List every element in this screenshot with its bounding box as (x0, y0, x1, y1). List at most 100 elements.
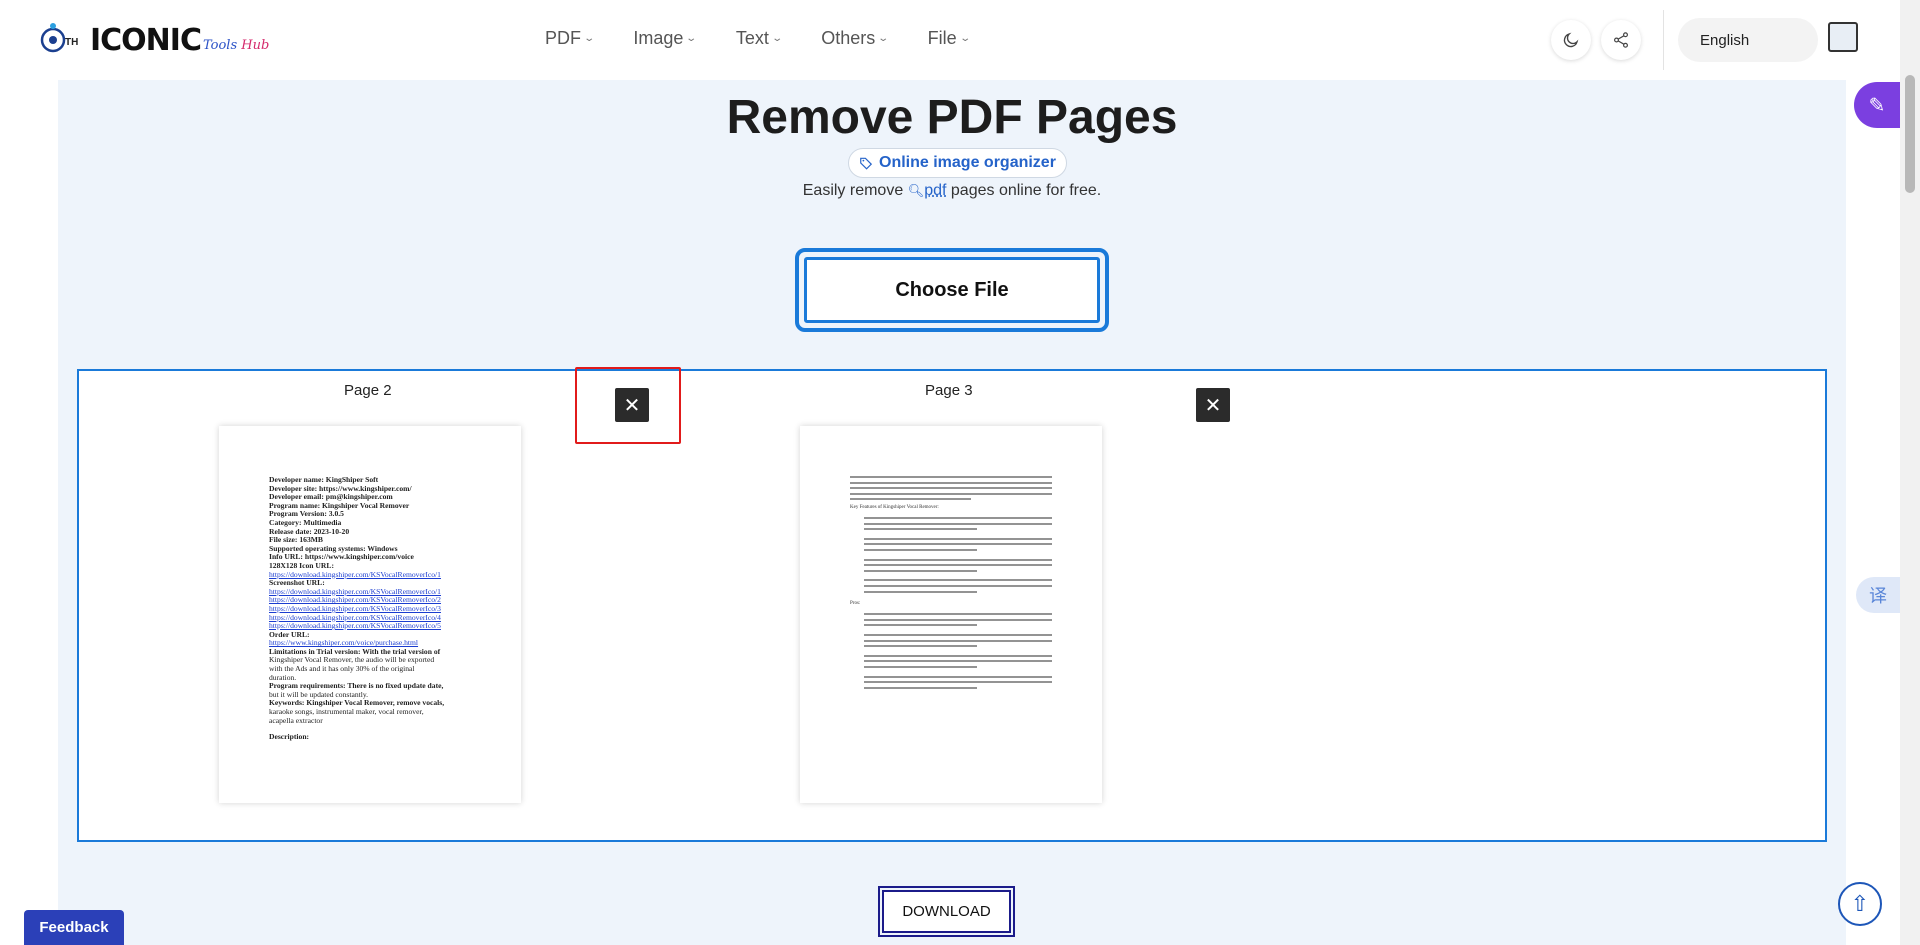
logo-tagline: Tools Hub (202, 37, 270, 53)
doc-line (864, 666, 977, 668)
doc-line (864, 618, 1052, 621)
chevron-down-icon: ⌄ (685, 33, 698, 44)
doc-line: Program name: Kingshiper Vocal Remover (269, 501, 410, 510)
doc-line (864, 528, 977, 531)
main-content: Remove PDF Pages Online image organizer … (58, 80, 1846, 945)
logo-mark-icon: TH (40, 20, 84, 60)
doc-line: duration. (269, 673, 297, 682)
doc-line: Developer site: https://www.kingshiper.c… (269, 484, 412, 493)
arrow-up-icon: ⇧ (1850, 891, 1870, 916)
page-2-label: Page 2 (344, 382, 392, 399)
doc-line (850, 481, 1052, 484)
doc-line (864, 543, 1052, 546)
remove-page-3-button[interactable]: ✕ (1196, 388, 1230, 422)
moon-icon (1563, 32, 1579, 48)
doc-line: Info URL: https://www.kingshiper.com/voi… (269, 553, 414, 562)
choose-file-frame: Choose File (795, 248, 1109, 332)
main-nav: PDF ⌄ Image ⌄ Text ⌄ Others ⌄ File ⌄ (545, 28, 971, 49)
page-3-text: Key Features of Kingshiper Vocal Remover… (850, 476, 1052, 756)
theme-toggle-button[interactable] (1551, 20, 1591, 60)
doc-line: Keywords: Kingshiper Vocal Remover, remo… (269, 699, 445, 708)
nav-text[interactable]: Text ⌄ (736, 28, 783, 49)
doc-line (864, 660, 1052, 663)
tag-icon (860, 157, 873, 170)
chevron-down-icon: ⌄ (958, 33, 971, 44)
doc-line: Developer email: pm@kingshiper.com (269, 493, 393, 502)
page-title: Remove PDF Pages (726, 91, 1178, 144)
doc-line: Kingshiper Vocal Remover, the audio will… (269, 656, 435, 665)
language-select[interactable]: English (1678, 18, 1818, 62)
doc-heading: Key Features of Kingshiper Vocal Remover… (850, 505, 939, 510)
category-tag-label: Online image organizer (879, 154, 1056, 171)
doc-line (850, 487, 1052, 490)
page-3-label: Page 3 (925, 382, 973, 399)
pages-preview-area: Page 2 Developer name: KingShiper Soft De… (77, 367, 1827, 842)
doc-line: with the Ads and it has only 30% of the … (269, 665, 415, 674)
doc-line: Developer name: KingShiper Soft (269, 476, 379, 484)
doc-line (864, 564, 1052, 567)
doc-line (864, 624, 977, 627)
choose-file-button[interactable]: Choose File (804, 257, 1100, 323)
doc-line: File size: 163MB (269, 536, 323, 545)
category-tag[interactable]: Online image organizer (848, 148, 1067, 178)
doc-line (864, 654, 1052, 657)
header-divider (1663, 10, 1664, 70)
doc-line (864, 613, 1052, 616)
nav-others[interactable]: Others ⌄ (821, 28, 890, 49)
page-3-thumbnail[interactable]: Key Features of Kingshiper Vocal Remover… (800, 426, 1102, 803)
doc-line: https://www.kingshiper.com/voice/purchas… (269, 639, 419, 648)
doc-line: Screenshot URL: (269, 579, 325, 588)
doc-line: 128X128 Icon URL: (269, 561, 334, 570)
doc-line (864, 645, 977, 648)
assistant-fab[interactable]: ✎ (1854, 82, 1900, 128)
assistant-icon: ✎ (1868, 94, 1886, 117)
doc-line: karaoke songs, instrumental maker, vocal… (269, 708, 424, 717)
page-subtitle: Easily remove 🔍︎pdf pages online for fre… (802, 182, 1102, 199)
doc-line: Release date: 2023-10-20 (269, 527, 350, 536)
chevron-down-icon: ⌄ (877, 33, 890, 44)
doc-heading: Pros: (850, 601, 861, 607)
doc-line (850, 498, 972, 501)
page-scrollbar[interactable] (1900, 0, 1920, 945)
doc-line: Order URL: (269, 630, 310, 639)
doc-line: https://download.kingshiper.com/KSVocalR… (269, 587, 441, 596)
doc-line (864, 522, 1052, 525)
doc-line (850, 476, 1052, 478)
doc-line (850, 492, 1052, 495)
feedback-button[interactable]: Feedback (24, 910, 124, 945)
doc-line (864, 558, 1052, 561)
doc-line: https://download.kingshiper.com/KSVocalR… (269, 604, 441, 613)
doc-line: Program requirements: There is no fixed … (269, 682, 444, 691)
user-avatar-icon[interactable] (1828, 22, 1858, 52)
nav-pdf[interactable]: PDF ⌄ (545, 28, 595, 49)
doc-line: but it will be updated constantly. (269, 690, 369, 699)
translate-tab[interactable]: 译 (1856, 577, 1900, 613)
doc-line: Description: (269, 733, 310, 742)
doc-line (864, 549, 977, 551)
doc-line (864, 537, 1052, 540)
keyword-link[interactable]: pdf (924, 182, 946, 199)
doc-line: acapella extractor (269, 716, 323, 725)
scrollbar-thumb[interactable] (1905, 75, 1915, 193)
search-icon: 🔍︎ (907, 183, 925, 198)
back-to-top-button[interactable]: ⇧ (1838, 882, 1882, 926)
doc-line: Limitations in Trial version: With the t… (269, 647, 441, 656)
doc-line (864, 517, 1052, 519)
site-logo[interactable]: TH ICONIC Tools Hub (40, 20, 269, 60)
page-2-text: Developer name: KingShiper Soft Developer… (269, 476, 469, 742)
logo-wordmark: ICONIC (90, 22, 202, 58)
site-header: TH ICONIC Tools Hub PDF ⌄ Image ⌄ Text ⌄ Ot… (0, 0, 1900, 80)
doc-line: https://download.kingshiper.com/KSVocalR… (269, 596, 441, 605)
download-frame: DOWNLOAD (878, 886, 1015, 937)
doc-line (864, 579, 1052, 582)
doc-line (864, 585, 1052, 587)
share-button[interactable] (1601, 20, 1641, 60)
download-button[interactable]: DOWNLOAD (882, 890, 1011, 933)
doc-line (864, 639, 1052, 642)
chevron-down-icon: ⌄ (771, 33, 783, 44)
doc-line (864, 634, 1052, 636)
share-icon (1614, 32, 1628, 48)
nav-image[interactable]: Image ⌄ (633, 28, 698, 49)
page-2-thumbnail[interactable]: Developer name: KingShiper Soft Developer… (219, 426, 521, 803)
nav-file[interactable]: File ⌄ (928, 28, 971, 49)
